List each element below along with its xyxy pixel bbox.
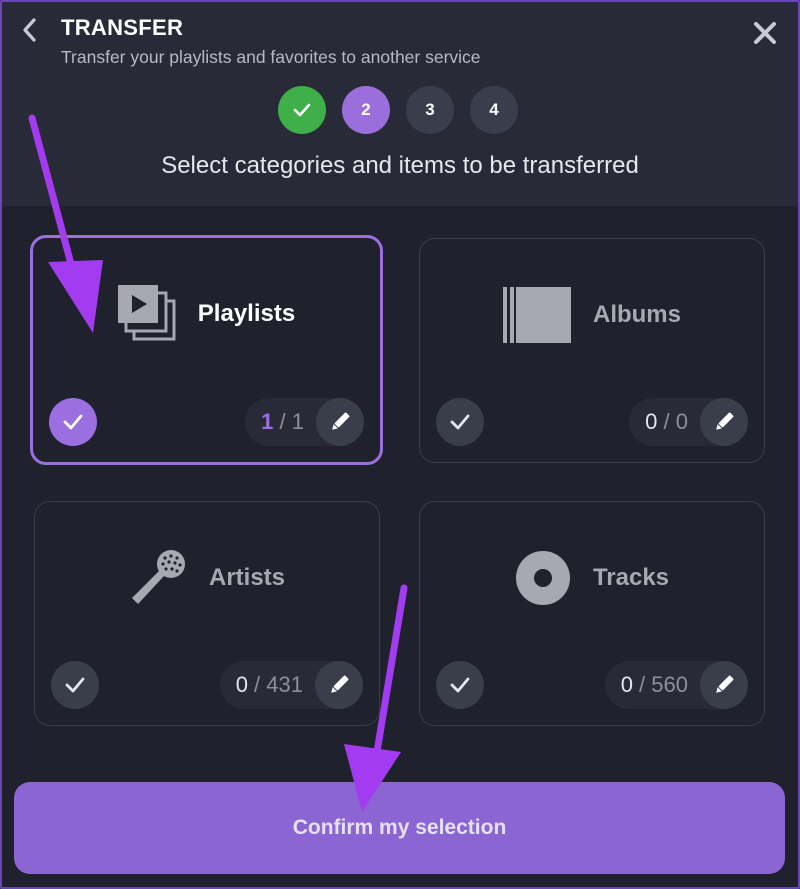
category-label: Albums [592,301,681,328]
confirm-selection-button[interactable]: Confirm my selection [14,782,785,874]
count-separator: / [632,672,652,697]
pencil-icon [331,675,349,693]
close-button[interactable] [748,16,782,50]
category-card-albums[interactable]: Albums 0 / 0 [419,238,765,463]
pencil-icon [332,412,350,430]
count-separator: / [273,409,292,434]
total-count: 560 [651,672,688,697]
select-toggle[interactable] [49,398,97,446]
album-icon [502,287,571,343]
check-icon [450,414,470,430]
selected-count: 0 [620,672,633,697]
check-icon [65,677,85,693]
count-separator: / [657,409,676,434]
chevron-left-icon [23,18,36,42]
pencil-icon [716,675,734,693]
step-1-done [278,86,326,134]
check-icon [293,103,311,117]
selected-count: 0 [645,409,658,434]
item-count: 0 / 560 [604,661,748,709]
page-subtitle: Transfer your playlists and favorites to… [61,47,481,67]
step-2: 2 [342,86,390,134]
step-4: 4 [470,86,518,134]
category-card-artists[interactable]: Artists 0 / 431 [34,501,380,726]
microphone-icon [131,550,185,604]
playlists-icon [117,285,176,341]
check-icon [63,414,83,430]
back-button[interactable] [14,14,46,46]
check-icon [450,677,470,693]
select-toggle[interactable] [436,398,484,446]
category-label: Artists [208,564,286,591]
step-indicator: 2 3 4 [278,86,518,134]
select-toggle[interactable] [436,661,484,709]
edit-button[interactable] [700,398,748,446]
category-card-tracks[interactable]: Tracks 0 / 560 [419,501,765,726]
header: TRANSFER Transfer your playlists and fav… [0,0,800,206]
item-count: 0 / 0 [629,398,748,446]
item-count: 1 / 1 [245,398,364,446]
instruction-text: Select categories and items to be transf… [161,152,639,179]
step-3: 3 [406,86,454,134]
category-label: Playlists [197,300,296,327]
item-count: 0 / 431 [219,661,363,709]
total-count: 0 [675,409,688,434]
pencil-icon [716,412,734,430]
total-count: 431 [266,672,303,697]
edit-button[interactable] [315,661,363,709]
selected-count: 1 [261,409,274,434]
selected-count: 0 [235,672,248,697]
close-icon [754,22,776,44]
count-separator: / [247,672,267,697]
disc-icon [515,551,570,605]
select-toggle[interactable] [51,661,99,709]
category-label: Tracks [592,564,670,591]
total-count: 1 [291,409,304,434]
edit-button[interactable] [700,661,748,709]
page-title: TRANSFER [61,15,184,40]
edit-button[interactable] [316,398,364,446]
category-card-playlists[interactable]: Playlists 1 / 1 [30,235,383,465]
